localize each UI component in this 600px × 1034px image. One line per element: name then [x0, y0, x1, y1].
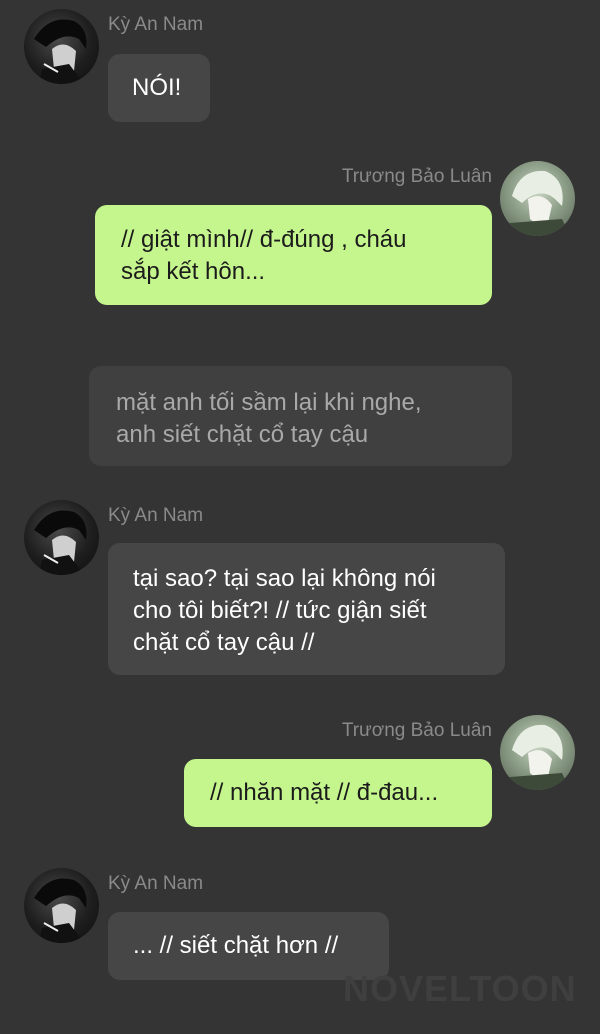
- sender-name: Kỳ An Nam: [108, 505, 204, 526]
- message-bubble[interactable]: // giật mình// đ-đúng , cháu sắp kết hôn…: [95, 205, 492, 305]
- avatar-ky-an-nam[interactable]: [24, 500, 99, 575]
- avatar-truong-bao-luan[interactable]: [500, 161, 575, 236]
- sender-name: Trương Bảo Luân: [341, 720, 492, 741]
- message-bubble[interactable]: tại sao? tại sao lại không nói cho tôi b…: [108, 543, 505, 675]
- avatar-ky-an-nam[interactable]: [24, 868, 99, 943]
- sender-name: Kỳ An Nam: [108, 873, 204, 894]
- avatar-ky-an-nam[interactable]: [24, 9, 99, 84]
- message-bubble[interactable]: NÓI!: [108, 54, 210, 122]
- watermark-logo: NOVELTOON: [343, 968, 577, 1009]
- message-bubble[interactable]: // nhăn mặt // đ-đau...: [184, 759, 492, 827]
- sender-name: Trương Bảo Luân: [341, 166, 492, 187]
- avatar-truong-bao-luan[interactable]: [500, 715, 575, 790]
- narration-bubble: mặt anh tối sầm lại khi nghe, anh siết c…: [89, 366, 512, 466]
- sender-name: Kỳ An Nam: [108, 14, 204, 35]
